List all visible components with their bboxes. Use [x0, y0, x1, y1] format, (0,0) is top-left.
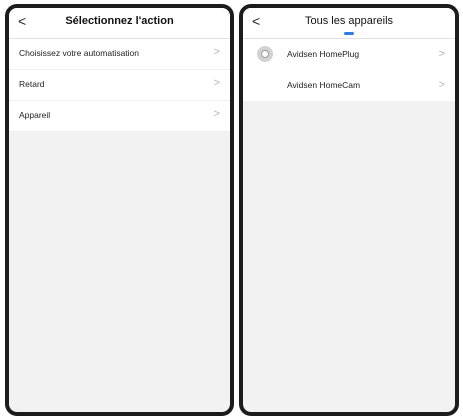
list-item-device[interactable]: Appareil > — [9, 101, 230, 132]
chevron-right-icon: > — [438, 48, 445, 60]
list-item-label: Retard — [19, 79, 45, 89]
chevron-right-icon: > — [213, 77, 220, 89]
device-item-homecam[interactable]: Avidsen HomeCam > — [243, 70, 455, 101]
device-label: Avidsen HomeCam — [287, 80, 361, 90]
list-item-label: Appareil — [19, 110, 51, 120]
device-item-homeplug[interactable]: Avidsen HomePlug > — [243, 39, 455, 70]
page-title: Sélectionnez l'action — [65, 15, 174, 27]
phone-screen-select-action: < Sélectionnez l'action Choisissez votre… — [5, 4, 234, 416]
list-item-delay[interactable]: Retard > — [9, 70, 230, 101]
chevron-right-icon: > — [438, 79, 445, 91]
device-label: Avidsen HomePlug — [287, 49, 360, 59]
action-list: Choisissez votre automatisation > Retard… — [9, 39, 230, 132]
list-item-automation[interactable]: Choisissez votre automatisation > — [9, 39, 230, 70]
chevron-right-icon: > — [213, 46, 220, 58]
tab-indicator — [344, 32, 354, 35]
page-title: Tous les appareils — [304, 15, 394, 27]
chevron-right-icon: > — [213, 108, 220, 120]
list-item-label: Choisissez votre automatisation — [19, 48, 140, 58]
phone-screen-all-devices: < Tous les appareils Avidsen HomePlug > … — [239, 4, 459, 416]
plug-device-icon — [257, 46, 273, 62]
header: < Sélectionnez l'action — [9, 8, 230, 39]
plug-device-icon-center — [261, 50, 269, 58]
device-list: Avidsen HomePlug > Avidsen HomeCam > — [243, 39, 455, 101]
header: < Tous les appareils — [243, 8, 455, 39]
